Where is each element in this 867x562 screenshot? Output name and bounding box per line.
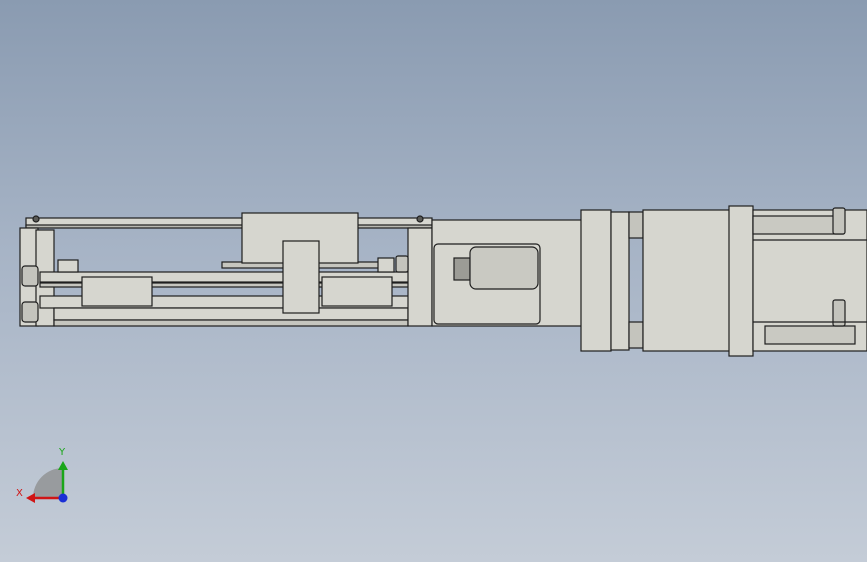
x-axis-label: X	[16, 488, 23, 499]
coupling-nut	[453, 257, 471, 281]
motor-band	[728, 205, 754, 357]
axis-triad: X Y	[16, 447, 68, 503]
motor-flange-ring	[610, 211, 630, 351]
rail-screw-right	[416, 215, 424, 223]
left-bolt-bottom	[21, 301, 39, 323]
motor-flange	[580, 209, 612, 352]
motor-rear-cap-top	[832, 207, 846, 235]
carriage-post	[282, 240, 320, 314]
left-fitting	[57, 259, 79, 273]
left-bolt-top	[21, 265, 39, 287]
top-rail-shadow	[25, 224, 433, 229]
motor-flange-lip-bottom	[628, 321, 644, 349]
motor-body	[642, 209, 732, 352]
base-rail-foot	[53, 319, 409, 327]
coupling-cylinder	[469, 246, 539, 290]
x-axis-arrow	[26, 493, 35, 503]
actuator-assembly[interactable]	[19, 205, 867, 357]
motor-rear-tube-top	[752, 215, 844, 235]
motor-rear-tube-bottom	[764, 325, 856, 345]
y-axis-arrow	[58, 461, 68, 470]
y-axis-label: Y	[58, 447, 66, 458]
bearing-block-left	[81, 276, 153, 307]
right-bolt-small	[395, 255, 409, 273]
rail-screw-left	[32, 215, 40, 223]
motor-flange-lip	[628, 211, 644, 239]
right-end-block	[407, 227, 433, 327]
triad-quadrant	[33, 468, 63, 498]
bearing-block-right	[321, 276, 393, 307]
base-rail	[53, 307, 409, 321]
cad-viewport[interactable]: X Y	[0, 0, 867, 562]
z-axis-dot	[58, 493, 68, 503]
right-fitting	[377, 257, 395, 273]
